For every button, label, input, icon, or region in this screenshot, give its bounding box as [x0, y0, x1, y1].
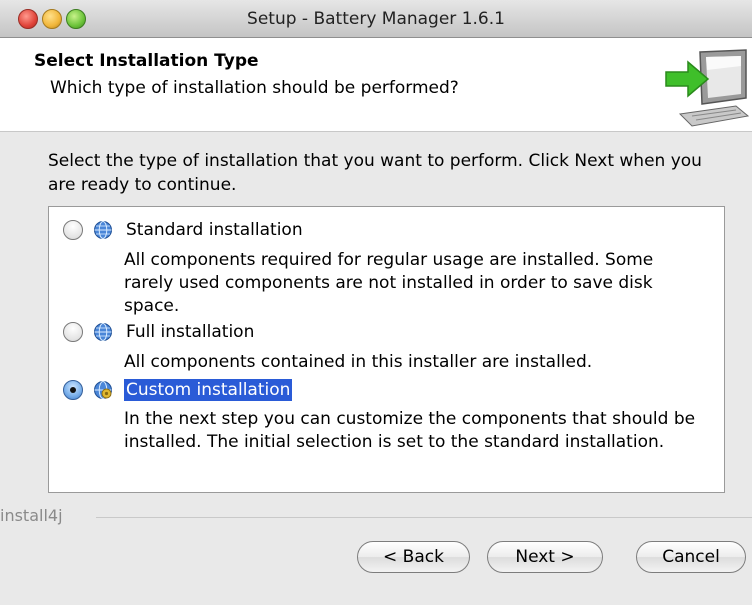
back-button[interactable]: < Back	[357, 541, 470, 573]
cancel-button[interactable]: Cancel	[636, 541, 746, 573]
option-full[interactable]: Full installation All components contain…	[49, 319, 724, 375]
page-subtitle: Which type of installation should be per…	[50, 78, 459, 98]
option-standard-description: All components required for regular usag…	[124, 250, 654, 316]
option-full-label: Full installation	[126, 322, 255, 342]
radio-custom[interactable]	[63, 380, 83, 400]
radio-standard[interactable]	[63, 220, 83, 240]
computer-arrow-icon	[665, 49, 750, 127]
brand-label: install4j	[0, 506, 63, 525]
next-button[interactable]: Next >	[487, 541, 603, 573]
option-standard[interactable]: Standard installation All components req…	[49, 215, 724, 316]
instructions-text: Select the type of installation that you…	[48, 151, 702, 195]
header-panel: Select Installation Type Which type of i…	[0, 38, 752, 132]
option-standard-label: Standard installation	[126, 220, 303, 240]
option-custom-description: In the next step you can customize the c…	[124, 409, 696, 452]
globe-icon	[94, 221, 112, 239]
radio-full[interactable]	[63, 322, 83, 342]
title-bar: Setup - Battery Manager 1.6.1	[0, 0, 752, 38]
option-custom[interactable]: Custom installation In the next step you…	[49, 377, 724, 485]
footer-divider	[96, 517, 752, 518]
window-title: Setup - Battery Manager 1.6.1	[247, 9, 505, 29]
option-full-description: All components contained in this install…	[124, 352, 593, 372]
installation-type-list: Standard installation All components req…	[48, 206, 725, 493]
option-custom-label: Custom installation	[124, 379, 293, 401]
globe-icon	[94, 323, 112, 341]
page-title: Select Installation Type	[34, 51, 259, 71]
globe-gear-icon	[94, 381, 112, 399]
